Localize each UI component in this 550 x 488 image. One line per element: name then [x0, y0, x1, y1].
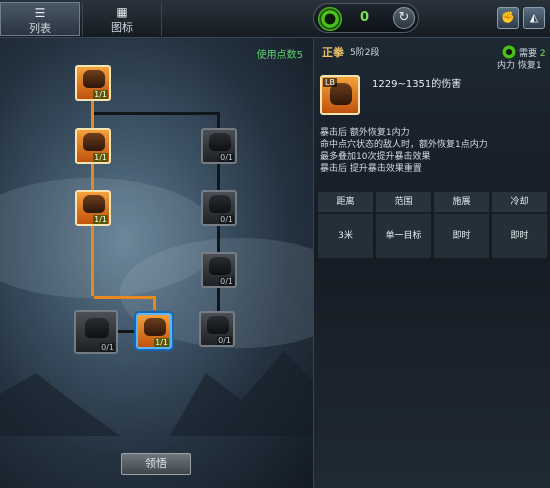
fist-icon: [85, 318, 109, 338]
reset-button[interactable]: ↻: [393, 7, 415, 29]
thumbs-up-icon: ✊: [501, 11, 515, 24]
node-rank: 0/1: [219, 153, 234, 162]
fist-icon: [209, 257, 231, 275]
fist-icon: [209, 133, 231, 151]
connector-line: [217, 226, 220, 252]
list-icon: ☰: [34, 6, 46, 20]
connector-line: [153, 296, 156, 310]
stat-value: 即时: [434, 214, 489, 258]
background-scenery: [0, 373, 120, 436]
fist-icon: [83, 70, 105, 88]
fist-icon: [83, 195, 105, 213]
connector-line: [94, 296, 156, 299]
description-line: 暴击后 额外恢复1内力: [320, 128, 410, 138]
skill-node-6[interactable]: 0/1: [201, 128, 237, 164]
connector-line: [217, 164, 220, 192]
skill-level: 5阶2段: [350, 48, 380, 58]
description-line: 命中点穴状态的敌人时，额外恢复1点内力: [320, 140, 488, 150]
skill-node-3[interactable]: 1/1: [75, 190, 111, 226]
skill-node-2[interactable]: 1/1: [75, 128, 111, 164]
swirl-icon: [502, 45, 516, 59]
like-button[interactable]: ✊: [497, 7, 519, 29]
connector-line: [91, 164, 94, 192]
skill-node-5[interactable]: 1/1: [136, 313, 172, 349]
stat-header: 距离: [318, 192, 373, 213]
tab-icon-label: 图标: [111, 21, 133, 34]
used-points-label: 使用点数5: [256, 50, 303, 61]
node-rank: 1/1: [154, 338, 169, 347]
skill-stats-table: 距离 范围 施展 冷却 3米 单一目标 即时 即时: [318, 192, 548, 264]
stat-header: 施展: [434, 192, 489, 213]
node-rank: 1/1: [93, 153, 108, 162]
description-line: 暴击后 提升暴击效果重置: [320, 164, 422, 174]
reset-icon: ↻: [398, 10, 410, 25]
book-icon: ◭: [529, 11, 539, 24]
grid-icon: ▦: [116, 5, 128, 19]
skill-tree-panel: 使用点数5 1/1 1/1 1/1 0/1 1/1 0/1 0/1 0/1 0/…: [0, 38, 313, 488]
top-bar: ☰ 列表 ▦ 图标 0 ↻ ✊ ◭: [0, 0, 550, 38]
description-line: 最多叠加10次提升暴击效果: [320, 152, 431, 162]
connector-line: [91, 101, 94, 130]
skill-node-7[interactable]: 0/1: [201, 190, 237, 226]
tab-list-label: 列表: [29, 22, 51, 35]
stat-header: 冷却: [492, 192, 547, 213]
tab-icon-view[interactable]: ▦ 图标: [82, 2, 162, 36]
tab-list[interactable]: ☰ 列表: [0, 2, 80, 36]
node-rank: 0/1: [217, 336, 232, 345]
points-value: 0: [360, 10, 370, 25]
learn-button[interactable]: 领悟: [121, 453, 191, 475]
skill-node-1[interactable]: 1/1: [75, 65, 111, 101]
damage-text: 1229~1351的伤害: [372, 79, 462, 90]
skill-points-display: 0 ↻: [313, 3, 419, 33]
skill-node-4[interactable]: 0/1: [74, 310, 118, 354]
stat-header: 范围: [376, 192, 431, 213]
node-rank: 1/1: [93, 215, 108, 224]
fist-icon: [207, 316, 229, 334]
connector-line: [217, 286, 220, 311]
stat-value: 即时: [492, 214, 547, 258]
node-rank: 1/1: [93, 90, 108, 99]
need-resource: 内力 恢复1: [497, 61, 542, 71]
book-button[interactable]: ◭: [523, 7, 545, 29]
skill-detail-panel: 正拳 5阶2段 需要 2 内力 恢复1 LB 1229~1351的伤害 暴击后 …: [313, 38, 550, 488]
fist-icon: [83, 133, 105, 151]
skill-description: 暴击后 额外恢复1内力 命中点穴状态的敌人时，额外恢复1点内力 最多叠加10次提…: [320, 127, 546, 175]
skill-name: 正拳: [322, 46, 344, 59]
connector-line: [118, 330, 136, 333]
fist-icon: [144, 318, 166, 336]
fist-icon: [209, 195, 231, 213]
node-rank: 0/1: [100, 343, 115, 352]
connector-line: [91, 226, 94, 296]
stat-value: 单一目标: [376, 214, 431, 258]
skill-icon: LB: [320, 75, 360, 115]
background-scenery: [170, 350, 313, 436]
stat-value: 3米: [318, 214, 373, 258]
node-rank: 0/1: [219, 215, 234, 224]
swirl-icon: [318, 7, 342, 31]
skill-node-8[interactable]: 0/1: [201, 252, 237, 288]
connector-line: [94, 112, 220, 115]
skill-node-9[interactable]: 0/1: [199, 311, 235, 347]
node-rank: 0/1: [219, 277, 234, 286]
skill-tag: LB: [323, 78, 337, 87]
